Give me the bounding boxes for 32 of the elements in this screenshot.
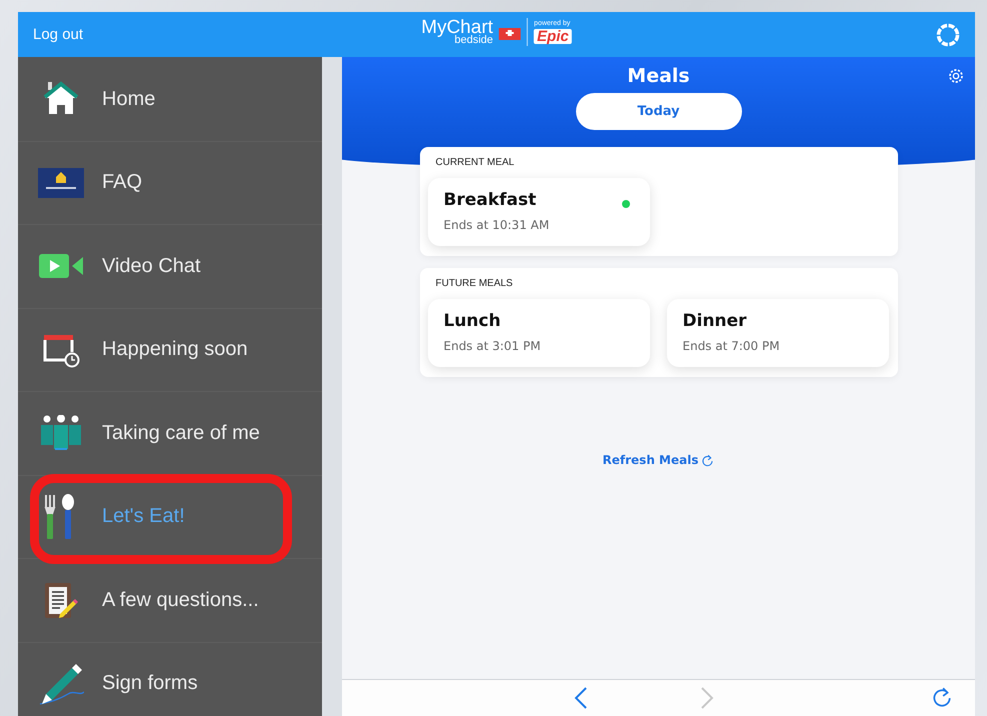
refresh-icon[interactable] [701, 454, 714, 466]
settings-ring-icon[interactable] [935, 22, 961, 48]
logo-name: MyChart [421, 18, 494, 37]
settings-icon[interactable] [947, 67, 965, 85]
logo-subtitle: bedside [454, 35, 494, 46]
section-heading: FUTURE MEALS [434, 278, 514, 289]
sidebar-item[interactable]: Happening soon [18, 308, 322, 392]
meal-end-time: Ends at 3:01 PM [444, 339, 542, 353]
page-title: Meals [627, 65, 690, 87]
reload-icon[interactable] [931, 686, 953, 708]
meal-card[interactable]: Lunch Ends at 3:01 PM [428, 299, 650, 367]
sidebar-item[interactable]: Video Chat [18, 225, 322, 308]
people-group-icon [39, 415, 83, 452]
sidebar-item[interactable]: Taking care of me [18, 392, 322, 476]
meal-end-time: Ends at 10:31 AM [444, 218, 550, 232]
pen-icon [38, 662, 84, 706]
meal-name: Breakfast [444, 190, 538, 210]
section-heading: CURRENT MEAL [434, 157, 516, 168]
meal-card[interactable]: Breakfast Ends at 10:31 AM [428, 178, 650, 246]
sidebar-item[interactable]: A few questions... [18, 559, 322, 642]
refresh-meals-link[interactable]: Refresh Meals [602, 453, 714, 467]
vendor-logo: Epic [534, 29, 572, 44]
sidebar-item[interactable]: FAQ [18, 142, 322, 225]
video-camera-icon [38, 253, 84, 280]
meal-name: Dinner [682, 311, 748, 331]
meal-end-time: Ends at 7:00 PM [682, 339, 781, 353]
meal-card[interactable]: Dinner Ends at 7:00 PM [666, 299, 888, 367]
sidebar-item[interactable]: Home [18, 58, 322, 142]
clipboard-icon [43, 580, 79, 620]
today-button[interactable]: Today [576, 93, 742, 130]
hospital-logo-icon [38, 168, 84, 198]
meal-name: Lunch [444, 311, 502, 331]
